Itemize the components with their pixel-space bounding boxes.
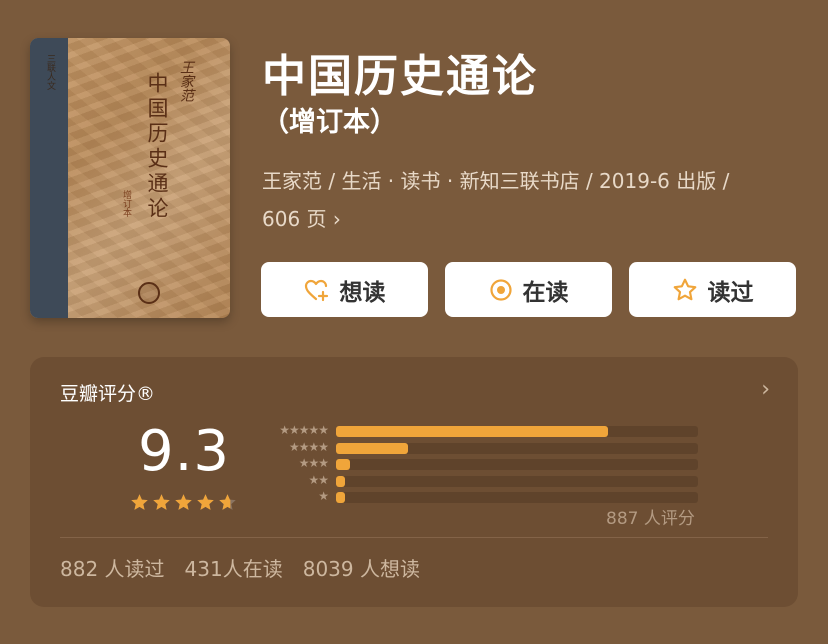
distribution-track <box>336 492 698 503</box>
distribution-stars: ★★★★★ <box>279 423 329 437</box>
distribution-row: ★★★★ <box>250 439 698 454</box>
have-read-button[interactable]: 读过 <box>629 262 796 317</box>
star-icon <box>197 494 214 510</box>
book-cover[interactable] <box>30 38 230 318</box>
rating-stars <box>130 493 237 512</box>
reading-button[interactable]: 在读 <box>445 262 612 317</box>
heart-plus-icon <box>304 278 330 302</box>
distribution-bar <box>336 492 346 503</box>
star-icon <box>131 494 148 510</box>
circle-dot-icon <box>489 278 513 302</box>
reading-count[interactable]: 431人在读 <box>185 553 283 582</box>
cover-author: 王家范 <box>178 60 194 102</box>
distribution-bar <box>336 475 346 487</box>
distribution-row: ★★★★★ <box>250 423 698 437</box>
distribution-bar <box>336 426 608 437</box>
book-subtitle: （增订本） <box>262 107 397 138</box>
action-row: 想读 在读 读过 <box>261 262 796 317</box>
distribution-stars: ★ <box>318 489 329 503</box>
distribution-row: ★★★ <box>250 456 698 470</box>
rating-count: 887 人评分 <box>606 509 695 529</box>
distribution-track <box>336 442 698 454</box>
distribution-stars: ★★★★ <box>288 439 329 454</box>
book-meta[interactable]: 王家范 / 生活 · 读书 · 新知三联书店 / 2019-6 出版 / 606… <box>262 162 792 238</box>
distribution-row: ★ <box>250 489 698 503</box>
divider <box>60 537 768 538</box>
want-count[interactable]: 8039 人想读 <box>303 553 420 582</box>
distribution-row: ★★ <box>250 472 698 487</box>
want-to-read-button[interactable]: 想读 <box>261 262 428 317</box>
rating-score: 9.3 <box>138 419 231 484</box>
chevron-right-icon: › <box>332 207 341 231</box>
distribution-stars: ★★ <box>308 472 329 487</box>
distribution-bar <box>336 459 351 470</box>
want-to-read-label: 想读 <box>339 279 386 306</box>
rating-label: 豆瓣评分® <box>60 383 156 405</box>
distribution-track <box>336 459 698 470</box>
star-icon <box>219 494 236 510</box>
cover-subtitle: 增订本 <box>121 190 131 217</box>
distribution-bar <box>336 442 409 454</box>
have-read-label: 读过 <box>707 279 754 306</box>
reading-label: 在读 <box>522 279 569 306</box>
rating-card[interactable]: 豆瓣评分® › 9.3 ★★★★★ ★★★★ ★★★ ★★ ★ 887 人评分 882 … <box>30 357 798 607</box>
star-icon <box>153 494 170 510</box>
distribution-track <box>336 426 698 437</box>
book-title: 中国历史通论 <box>262 51 538 102</box>
meta-line-1: 王家范 / 生活 · 读书 · 新知三联书店 / 2019-6 出版 / <box>262 169 730 193</box>
star-icon <box>672 277 698 303</box>
distribution-stars: ★★★ <box>298 456 329 470</box>
page-count: 606 页 <box>262 207 327 231</box>
publisher-logo <box>138 282 160 304</box>
read-count[interactable]: 882 人读过 <box>60 553 165 582</box>
reader-stats: 882 人读过 431人在读 8039 人想读 <box>60 553 420 582</box>
meta-line-2: 606 页 › <box>262 200 792 238</box>
star-icon <box>175 494 192 510</box>
chevron-right-icon[interactable]: › <box>761 377 770 402</box>
distribution-track <box>336 475 698 487</box>
cover-title: 中国历史通论 <box>145 72 169 222</box>
cover-series: 三联人文 <box>45 54 55 90</box>
